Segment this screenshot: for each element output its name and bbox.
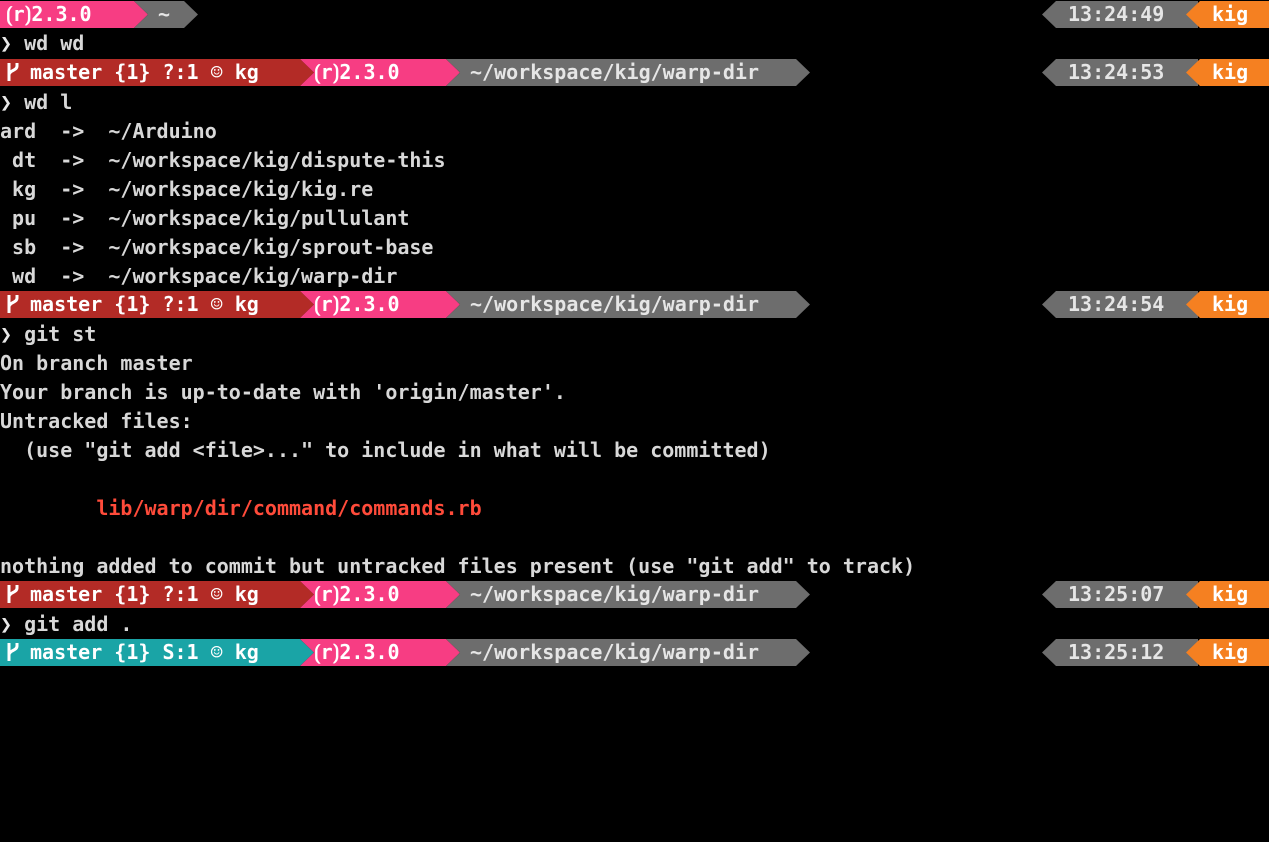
time-segment: 13:24:54 [1042,291,1198,318]
git-status-segment: master {1} S:1 ☺ kg [0,639,314,666]
user-segment: kig [1186,639,1269,666]
output-line: On branch master [0,351,193,375]
chevron-right-icon: ❯ [0,31,13,55]
command-text: wd wd [24,31,85,55]
user-segment: kig [1186,581,1269,608]
command-line: ❯ git st [0,320,1269,349]
git-status-text: master {1} ?:1 ☺ kg [30,582,259,606]
user-segment: kig [1186,1,1269,28]
wd-list-entry: dt -> ~/workspace/kig/dispute-this [0,148,446,172]
wd-list-entry: sb -> ~/workspace/kig/sprout-base [0,235,434,259]
untracked-file: lib/warp/dir/command/commands.rb [0,496,482,520]
user-segment: kig [1186,59,1269,86]
git-status-segment: master {1} ?:1 ☺ kg [0,581,314,608]
ruby-version-segment: ⟮r⟯2.3.0 [300,639,460,666]
command-line: ❯ wd l [0,88,1269,117]
wd-list-entry: pu -> ~/workspace/kig/pullulant [0,206,410,230]
time-segment: 13:24:53 [1042,59,1198,86]
git-branch-icon [6,642,20,662]
git-branch-icon [6,294,20,314]
time-segment: 13:25:07 [1042,581,1198,608]
wd-list-entry: ard -> ~/Arduino [0,119,217,143]
prompt-bar: master {1} ?:1 ☺ kg ⟮r⟯2.3.0 ~/workspace… [0,581,1269,608]
ruby-version-segment: ⟮r⟯2.3.0 [300,291,460,318]
wd-list-entry: kg -> ~/workspace/kig/kig.re [0,177,374,201]
chevron-right-icon: ❯ [0,322,13,346]
terminal-window[interactable]: ⟮r⟯2.3.0 ~ 13:24:49 kig ❯ wd wd master {… [0,0,1269,672]
git-status-text: master {1} ?:1 ☺ kg [30,60,259,84]
ruby-version-segment: ⟮r⟯2.3.0 [300,581,460,608]
git-branch-icon [6,62,20,82]
time-segment: 13:25:12 [1042,639,1198,666]
path-segment: ~/workspace/kig/warp-dir [446,639,810,666]
command-line: ❯ git add . [0,610,1269,639]
user-segment: kig [1186,291,1269,318]
ruby-version-segment: ⟮r⟯2.3.0 [300,59,460,86]
command-text: git st [24,322,97,346]
ruby-version-segment: ⟮r⟯2.3.0 [0,1,148,28]
output-line: Your branch is up-to-date with 'origin/m… [0,380,566,404]
prompt-bar: master {1} ?:1 ☺ kg ⟮r⟯2.3.0 ~/workspace… [0,59,1269,86]
git-status-segment: master {1} ?:1 ☺ kg [0,59,314,86]
path-segment: ~/workspace/kig/warp-dir [446,581,810,608]
chevron-right-icon: ❯ [0,90,13,114]
wd-list-entry: wd -> ~/workspace/kig/warp-dir [0,264,398,288]
git-status-text: master {1} ?:1 ☺ kg [30,292,259,316]
time-segment: 13:24:49 [1042,1,1198,28]
output-line: (use "git add <file>..." to include in w… [0,438,771,462]
prompt-bar: master {1} ?:1 ☺ kg ⟮r⟯2.3.0 ~/workspace… [0,291,1269,318]
git-status-text: master {1} S:1 ☺ kg [30,640,259,664]
output-line: nothing added to commit but untracked fi… [0,554,916,578]
git-branch-icon [6,584,20,604]
output-line: Untracked files: [0,409,193,433]
path-segment: ~/workspace/kig/warp-dir [446,291,810,318]
path-segment: ~/workspace/kig/warp-dir [446,59,810,86]
command-text: wd l [24,90,73,114]
command-text: git add . [24,612,133,636]
command-line: ❯ wd wd [0,29,1269,58]
git-status-segment: master {1} ?:1 ☺ kg [0,291,314,318]
prompt-bar: master {1} S:1 ☺ kg ⟮r⟯2.3.0 ~/workspace… [0,639,1269,666]
chevron-right-icon: ❯ [0,612,13,636]
prompt-bar: ⟮r⟯2.3.0 ~ 13:24:49 kig [0,1,1269,28]
